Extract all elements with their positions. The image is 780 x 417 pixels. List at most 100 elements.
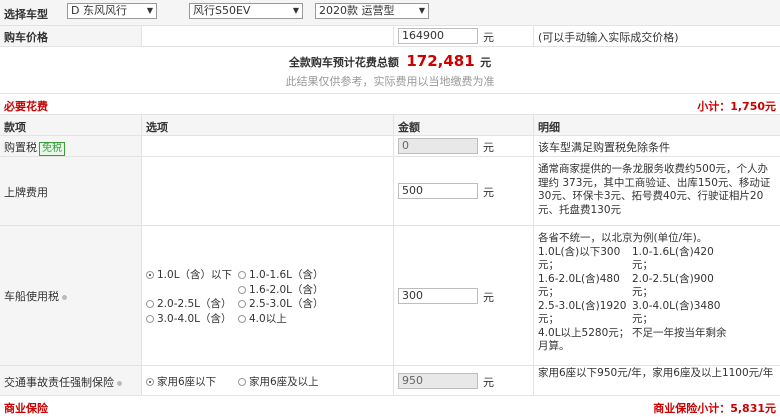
displacement-option-6-label: 3.0-4.0L（含） bbox=[157, 313, 232, 325]
insurance-unit: 元 bbox=[483, 376, 494, 389]
radio-selected-icon bbox=[146, 271, 154, 279]
detail-cell: 1.0L(含)以下300 bbox=[538, 245, 621, 258]
commercial-subtotal-value: 5,831元 bbox=[730, 402, 776, 415]
insurance-option-cell: 家用6座以下 家用6座及以上 bbox=[142, 366, 394, 395]
displacement-option-6[interactable]: 3.0-4.0L（含） bbox=[146, 311, 232, 326]
displacement-option-7[interactable]: 4.0以上 bbox=[238, 311, 287, 326]
purchase-tax-unit: 元 bbox=[483, 141, 494, 154]
total-value: 172,481 bbox=[406, 52, 475, 70]
displacement-option-1-label: 1.0L（含）以下 bbox=[157, 269, 233, 281]
purchase-tax-row: 购置税 免税 0 元 该车型满足购置税免除条件 bbox=[0, 136, 780, 157]
model-select[interactable]: 2020款 运营型 ▼ bbox=[315, 3, 429, 19]
plate-fee-row: 上牌费用 500 元 通常商家提供的一条龙服务收费约500元，个人办理约 373… bbox=[0, 157, 780, 226]
select-model-label: 选择车型 bbox=[4, 8, 48, 21]
col-amount-cell: 金额 bbox=[394, 115, 534, 135]
purchase-tax-detail: 该车型满足购置税免除条件 bbox=[538, 141, 670, 154]
detail-cell: 元； bbox=[538, 259, 559, 271]
series-select[interactable]: 风行S50EV ▼ bbox=[189, 3, 303, 19]
column-header-row: 款项 选项 金额 明细 bbox=[0, 115, 780, 136]
detail-cell: 元； bbox=[632, 286, 653, 298]
col-item: 款项 bbox=[4, 121, 26, 134]
vehicle-tax-row: 车船使用税 1.0L（含）以下 1.0-1.6L（含） 1.6-2.0L（含） … bbox=[0, 226, 780, 366]
displacement-option-3[interactable]: 1.6-2.0L（含） bbox=[238, 282, 324, 297]
detail-cell: 2.5-3.0L(含)1920 bbox=[538, 299, 627, 312]
plate-fee-detail: 通常商家提供的一条龙服务收费约500元，个人办理约 373元，其中工商验证、出库… bbox=[538, 163, 771, 216]
plate-fee-label: 上牌费用 bbox=[4, 186, 48, 199]
detail-pair: 2.5-3.0L(含)1920 3.0-4.0L(含)3480 元； 元； bbox=[538, 300, 776, 327]
vehicle-tax-option-cell: 1.0L（含）以下 1.0-1.6L（含） 1.6-2.0L（含） 2.0-2.… bbox=[142, 226, 394, 365]
detail-cell: 1.0-1.6L(含)420 bbox=[632, 245, 714, 258]
radio-icon bbox=[238, 315, 246, 323]
purchase-tax-input: 0 bbox=[398, 138, 478, 154]
detail-cell: 3.0-4.0L(含)3480 bbox=[632, 299, 721, 312]
info-icon[interactable] bbox=[117, 380, 122, 386]
detail-line: 各省不统一，以北京为例(单位/年)。 bbox=[538, 232, 708, 244]
detail-cell: 月算。 bbox=[538, 340, 570, 352]
commercial-header: 商业保险 商业保险小计：5,831元 bbox=[0, 396, 780, 417]
price-input[interactable]: 164900 bbox=[398, 28, 478, 44]
seat-option-1[interactable]: 家用6座以下 bbox=[146, 374, 216, 389]
tax-free-badge: 免税 bbox=[39, 142, 65, 156]
detail-cell: 元； bbox=[538, 286, 559, 298]
plate-fee-option-cell bbox=[142, 157, 394, 225]
purchase-tax-label-cell: 购置税 免税 bbox=[0, 136, 142, 156]
plate-fee-input[interactable]: 500 bbox=[398, 183, 478, 199]
price-label: 购车价格 bbox=[4, 31, 48, 44]
price-label-cell: 购车价格 bbox=[0, 26, 142, 46]
displacement-option-5-label: 2.5-3.0L（含） bbox=[249, 298, 324, 310]
vehicle-tax-label-cell: 车船使用税 bbox=[0, 226, 142, 365]
insurance-label: 交通事故责任强制保险 bbox=[4, 374, 122, 390]
radio-icon bbox=[238, 300, 246, 308]
vehicle-tax-input[interactable]: 300 bbox=[398, 288, 478, 304]
col-detail: 明细 bbox=[538, 121, 560, 134]
price-empty-cell bbox=[142, 26, 394, 46]
displacement-option-2-label: 1.0-1.6L（含） bbox=[249, 269, 324, 281]
model-select-value: 2020款 运营型 bbox=[319, 4, 395, 17]
detail-cell: 元； bbox=[538, 313, 559, 325]
displacement-option-2[interactable]: 1.0-1.6L（含） bbox=[238, 267, 324, 282]
total-line: 全款购车预计花费总额 172,481 元 bbox=[0, 52, 780, 70]
displacement-option-7-label: 4.0以上 bbox=[249, 313, 287, 325]
plate-fee-unit: 元 bbox=[483, 186, 494, 199]
total-note: 此结果仅供参考，实际费用以当地缴费为准 bbox=[285, 75, 495, 88]
col-option: 选项 bbox=[146, 121, 168, 134]
radio-icon bbox=[238, 378, 246, 386]
displacement-option-5[interactable]: 2.5-3.0L（含） bbox=[238, 296, 324, 311]
required-title: 必要花费 bbox=[4, 100, 48, 113]
vehicle-tax-detail: 各省不统一，以北京为例(单位/年)。 1.0L(含)以下300 1.0-1.6L… bbox=[538, 232, 776, 354]
detail-cell: 元； bbox=[632, 313, 653, 325]
detail-pair: 4.0L以上5280元； 不足一年按当年剩余 月算。 bbox=[538, 327, 776, 354]
col-amount: 金额 bbox=[398, 121, 420, 134]
price-row: 购车价格 164900 元 (可以手动输入实际成交价格) bbox=[0, 26, 780, 47]
detail-cell: 2.0-2.5L(含)900 bbox=[632, 272, 714, 285]
seat-option-1-label: 家用6座以下 bbox=[157, 376, 217, 388]
chevron-down-icon: ▼ bbox=[292, 6, 299, 15]
chevron-down-icon: ▼ bbox=[418, 6, 425, 15]
seat-option-2[interactable]: 家用6座及以上 bbox=[238, 374, 319, 389]
col-option-cell: 选项 bbox=[142, 115, 394, 135]
displacement-option-3-label: 1.6-2.0L（含） bbox=[249, 284, 324, 296]
insurance-label-cell: 交通事故责任强制保险 bbox=[0, 366, 142, 395]
commercial-subtotal: 商业保险小计：5,831元 bbox=[653, 400, 776, 416]
detail-cell: 不足一年按当年剩余 bbox=[632, 326, 727, 339]
required-subtotal-value: 1,750元 bbox=[730, 100, 776, 113]
vehicle-tax-label: 车船使用税 bbox=[4, 288, 67, 304]
radio-icon bbox=[146, 300, 154, 308]
info-icon[interactable] bbox=[62, 294, 67, 300]
required-subtotal-label: 小计： bbox=[697, 100, 731, 113]
total-row: 全款购车预计花费总额 172,481 元 此结果仅供参考，实际费用以当地缴费为准 bbox=[0, 47, 780, 94]
displacement-option-1[interactable]: 1.0L（含）以下 bbox=[146, 267, 232, 282]
vehicle-tax-label-text: 车船使用税 bbox=[4, 290, 59, 303]
detail-pair: 1.6-2.0L(含)480 2.0-2.5L(含)900 元； 元； bbox=[538, 273, 776, 300]
insurance-label-text: 交通事故责任强制保险 bbox=[4, 376, 114, 389]
brand-select[interactable]: D 东风风行 ▼ bbox=[67, 3, 157, 19]
displacement-option-4[interactable]: 2.0-2.5L（含） bbox=[146, 296, 232, 311]
required-subtotal: 小计：1,750元 bbox=[697, 98, 776, 114]
price-unit: 元 bbox=[483, 31, 494, 44]
radio-selected-icon bbox=[146, 378, 154, 386]
insurance-detail: 家用6座以下950元/年，家用6座及以上1100元/年 bbox=[538, 367, 774, 379]
total-label: 全款购车预计花费总额 bbox=[288, 56, 399, 69]
insurance-input: 950 bbox=[398, 373, 478, 389]
radio-icon bbox=[146, 315, 154, 323]
col-item-cell: 款项 bbox=[0, 115, 142, 135]
